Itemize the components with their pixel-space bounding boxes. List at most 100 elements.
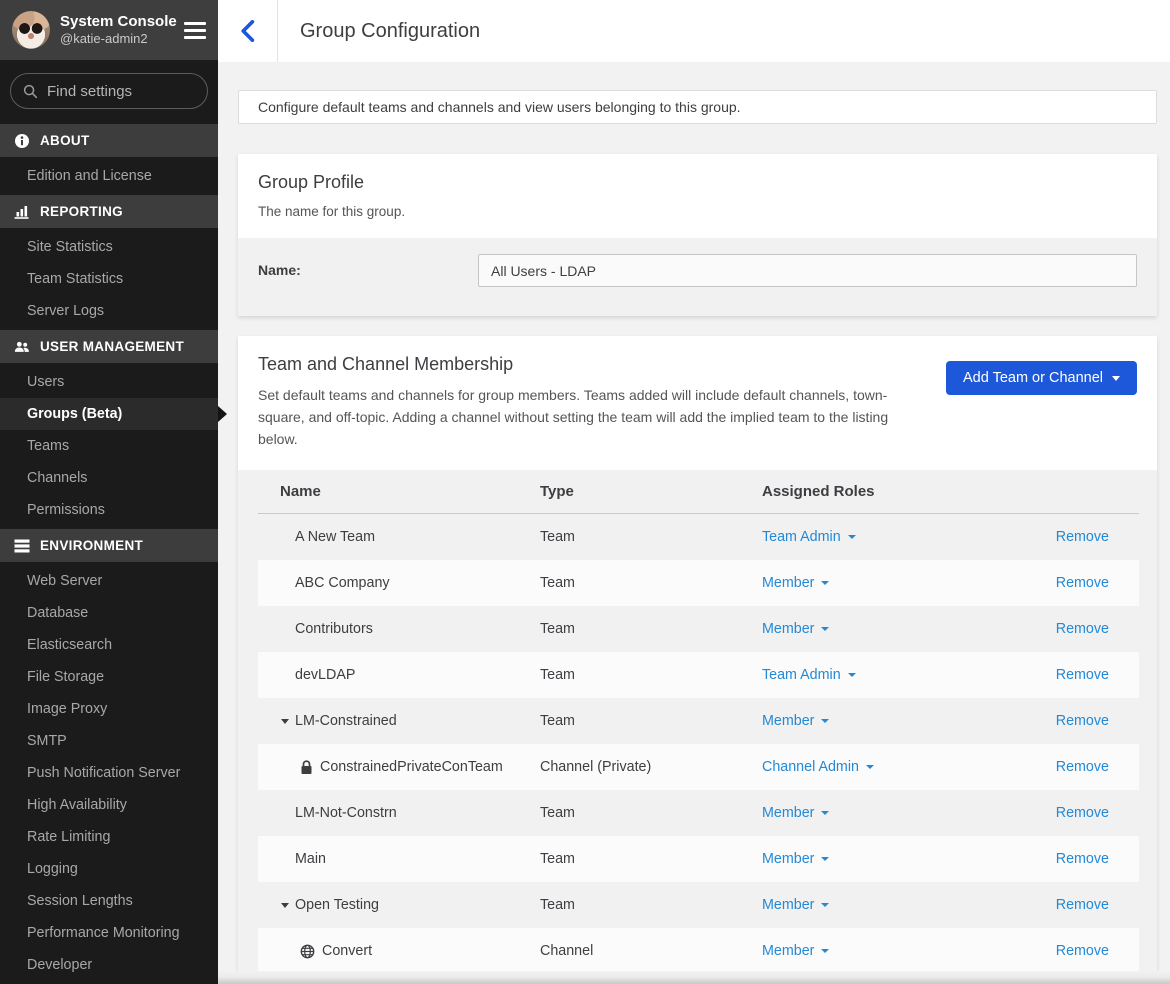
role-dropdown[interactable]: Member <box>762 805 829 821</box>
cell-role: Team Admin <box>762 529 1029 545</box>
menu-icon[interactable] <box>184 22 206 39</box>
remove-link[interactable]: Remove <box>1056 759 1109 775</box>
back-button[interactable] <box>218 0 278 62</box>
cell-type: Team <box>540 851 762 867</box>
cell-type: Channel <box>540 943 762 959</box>
role-dropdown[interactable]: Member <box>762 943 829 959</box>
column-header-type: Type <box>540 483 762 500</box>
active-item-arrow <box>218 406 227 422</box>
sidebar-item-smtp[interactable]: SMTP <box>0 725 218 757</box>
sidebar-item-performance-monitoring[interactable]: Performance Monitoring <box>0 917 218 949</box>
remove-link[interactable]: Remove <box>1056 897 1109 913</box>
sidebar-item-image-proxy[interactable]: Image Proxy <box>0 693 218 725</box>
remove-link[interactable]: Remove <box>1056 667 1109 683</box>
role-label: Member <box>762 851 814 867</box>
remove-link[interactable]: Remove <box>1056 621 1109 637</box>
console-title: System Console <box>60 13 174 32</box>
group-name-input[interactable] <box>478 254 1137 287</box>
sidebar-item-web-server[interactable]: Web Server <box>0 565 218 597</box>
sidebar-item-push-notification-server[interactable]: Push Notification Server <box>0 757 218 789</box>
role-dropdown[interactable]: Member <box>762 621 829 637</box>
role-dropdown[interactable]: Member <box>762 575 829 591</box>
remove-link[interactable]: Remove <box>1056 851 1109 867</box>
search-input[interactable]: Find settings <box>10 73 208 109</box>
sidebar-search: Find settings <box>0 60 218 121</box>
sidebar-item-channels[interactable]: Channels <box>0 462 218 494</box>
role-dropdown[interactable]: Team Admin <box>762 667 856 683</box>
sidebar-item-elasticsearch[interactable]: Elasticsearch <box>0 629 218 661</box>
sidebar-item-team-statistics[interactable]: Team Statistics <box>0 263 218 295</box>
sidebar-item-logging[interactable]: Logging <box>0 853 218 885</box>
cell-type: Team <box>540 621 762 637</box>
sidebar-section-about: ABOUT <box>0 124 218 157</box>
cell-remove: Remove <box>1029 943 1139 959</box>
row-name: A New Team <box>295 529 375 545</box>
cell-remove: Remove <box>1029 851 1139 867</box>
chevron-down-icon <box>821 719 829 723</box>
column-header-name: Name <box>258 483 540 500</box>
search-placeholder: Find settings <box>47 83 132 100</box>
role-label: Team Admin <box>762 667 841 683</box>
sidebar-item-groups-beta[interactable]: Groups (Beta) <box>0 398 218 430</box>
add-team-or-channel-label: Add Team or Channel <box>963 370 1103 386</box>
remove-link[interactable]: Remove <box>1056 713 1109 729</box>
sidebar-item-permissions[interactable]: Permissions <box>0 494 218 526</box>
table-row: LM-Not-ConstrnTeamMember Remove <box>258 790 1139 836</box>
role-label: Member <box>762 621 814 637</box>
user-handle: @katie-admin2 <box>60 31 174 47</box>
row-name: ABC Company <box>295 575 390 591</box>
table-row: Main TeamMember Remove <box>258 836 1139 882</box>
role-label: Member <box>762 943 814 959</box>
sidebar-item-database[interactable]: Database <box>0 597 218 629</box>
cell-type: Team <box>540 529 762 545</box>
cell-name: ConstrainedPrivateConTeam <box>258 759 540 775</box>
cell-remove: Remove <box>1029 575 1139 591</box>
group-profile-subtitle: The name for this group. <box>258 202 1137 222</box>
sidebar-item-file-storage[interactable]: File Storage <box>0 661 218 693</box>
role-dropdown[interactable]: Team Admin <box>762 529 856 545</box>
chevron-left-icon <box>240 20 255 42</box>
role-dropdown[interactable]: Member <box>762 851 829 867</box>
cell-role: Member <box>762 851 1029 867</box>
sidebar-section-label: ABOUT <box>40 133 90 148</box>
add-team-or-channel-button[interactable]: Add Team or Channel <box>946 361 1137 395</box>
remove-link[interactable]: Remove <box>1056 529 1109 545</box>
cell-role: Member <box>762 575 1029 591</box>
chevron-down-icon <box>821 811 829 815</box>
page-title: Group Configuration <box>300 20 480 43</box>
info-icon <box>14 133 30 149</box>
cell-type: Team <box>540 667 762 683</box>
sidebar-item-server-logs[interactable]: Server Logs <box>0 295 218 327</box>
page-content: Configure default teams and channels and… <box>218 62 1170 984</box>
cell-name: LM-Not-Constrn <box>258 805 540 821</box>
collapse-caret-icon[interactable] <box>281 903 289 908</box>
role-dropdown[interactable]: Member <box>762 713 829 729</box>
collapse-caret-icon[interactable] <box>281 719 289 724</box>
sidebar-item-users[interactable]: Users <box>0 366 218 398</box>
cell-role: Team Admin <box>762 667 1029 683</box>
sidebar-item-high-availability[interactable]: High Availability <box>0 789 218 821</box>
sidebar-item-rate-limiting[interactable]: Rate Limiting <box>0 821 218 853</box>
role-label: Member <box>762 897 814 913</box>
cell-type: Team <box>540 575 762 591</box>
sidebar-item-developer[interactable]: Developer <box>0 949 218 981</box>
table-row: A New Team TeamTeam Admin Remove <box>258 514 1139 560</box>
table-row: ContributorsTeamMemberRemove <box>258 606 1139 652</box>
sidebar-item-site-statistics[interactable]: Site Statistics <box>0 231 218 263</box>
sidebar-section-environment: ENVIRONMENT <box>0 529 218 562</box>
avatar[interactable] <box>12 11 50 49</box>
row-name: Main <box>295 851 326 867</box>
role-dropdown[interactable]: Channel Admin <box>762 759 874 775</box>
role-dropdown[interactable]: Member <box>762 897 829 913</box>
remove-link[interactable]: Remove <box>1056 575 1109 591</box>
sidebar-item-teams[interactable]: Teams <box>0 430 218 462</box>
cell-type: Team <box>540 805 762 821</box>
name-label: Name: <box>258 254 478 287</box>
cell-remove: Remove <box>1029 805 1139 821</box>
remove-link[interactable]: Remove <box>1056 943 1109 959</box>
sidebar-item-session-lengths[interactable]: Session Lengths <box>0 885 218 917</box>
column-header-assigned-roles: Assigned Roles <box>762 483 1029 500</box>
sidebar-item-edition-and-license[interactable]: Edition and License <box>0 160 218 192</box>
membership-header: Team and Channel Membership Set default … <box>238 336 1157 470</box>
remove-link[interactable]: Remove <box>1056 805 1109 821</box>
